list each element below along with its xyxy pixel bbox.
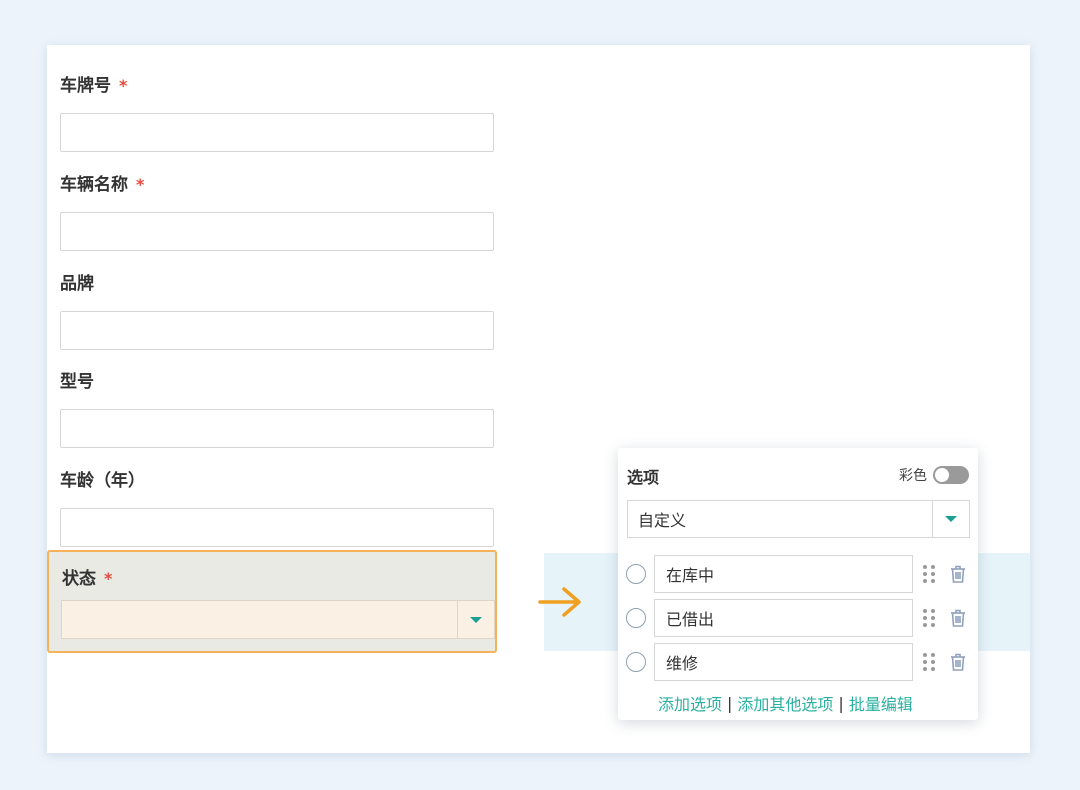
color-label: 彩色 bbox=[899, 468, 927, 484]
required-marker: * bbox=[104, 569, 113, 588]
option-radio[interactable] bbox=[626, 652, 646, 672]
drag-handle-icon[interactable] bbox=[921, 608, 937, 628]
field-label: 品牌 bbox=[60, 274, 94, 294]
field-label: 车龄（年） bbox=[60, 471, 145, 491]
add-option-link[interactable]: 添加选项 bbox=[658, 691, 722, 715]
option-type-select[interactable]: 自定义 bbox=[627, 500, 970, 538]
status-select-value bbox=[62, 601, 457, 638]
field-vehicle-name: 车辆名称 * bbox=[60, 174, 494, 251]
drag-handle-icon[interactable] bbox=[921, 652, 937, 672]
field-label: 型号 bbox=[60, 372, 94, 392]
trash-icon[interactable] bbox=[949, 608, 967, 628]
option-row: 在库中 bbox=[626, 555, 971, 593]
option-radio[interactable] bbox=[626, 564, 646, 584]
vehicle-name-input[interactable] bbox=[60, 212, 494, 251]
status-select[interactable] bbox=[61, 600, 495, 639]
model-input[interactable] bbox=[60, 409, 494, 448]
batch-edit-link[interactable]: 批量编辑 bbox=[849, 691, 913, 715]
field-label: 车辆名称 bbox=[60, 175, 128, 195]
panel-title: 选项 bbox=[627, 468, 660, 487]
field-status[interactable]: 状态 * bbox=[47, 550, 497, 653]
field-vehicle-age: 车龄（年） bbox=[60, 470, 494, 547]
field-plate-number: 车牌号 * bbox=[60, 75, 494, 152]
option-radio[interactable] bbox=[626, 608, 646, 628]
trash-icon[interactable] bbox=[949, 564, 967, 584]
brand-input[interactable] bbox=[60, 311, 494, 350]
option-row: 已借出 bbox=[626, 599, 971, 637]
link-separator: | bbox=[838, 693, 844, 713]
field-label: 车牌号 bbox=[60, 76, 111, 96]
option-row: 维修 bbox=[626, 643, 971, 681]
chevron-down-icon[interactable] bbox=[457, 601, 494, 638]
option-input[interactable]: 已借出 bbox=[654, 599, 913, 637]
option-input[interactable]: 在库中 bbox=[654, 555, 913, 593]
required-marker: * bbox=[119, 76, 128, 95]
plate-number-input[interactable] bbox=[60, 113, 494, 152]
field-brand: 品牌 bbox=[60, 273, 494, 350]
chevron-down-icon[interactable] bbox=[932, 501, 969, 537]
vehicle-age-input[interactable] bbox=[60, 508, 494, 547]
color-toggle-switch[interactable] bbox=[933, 466, 969, 484]
arrow-right-icon bbox=[538, 587, 581, 617]
trash-icon[interactable] bbox=[949, 652, 967, 672]
add-other-option-link[interactable]: 添加其他选项 bbox=[737, 691, 833, 715]
option-type-value: 自定义 bbox=[638, 511, 687, 530]
option-actions: 添加选项 | 添加其他选项 | 批量编辑 bbox=[658, 691, 913, 715]
field-model: 型号 bbox=[60, 371, 494, 448]
required-marker: * bbox=[136, 175, 145, 194]
link-separator: | bbox=[727, 693, 733, 713]
drag-handle-icon[interactable] bbox=[921, 564, 937, 584]
option-input[interactable]: 维修 bbox=[654, 643, 913, 681]
color-toggle-group: 彩色 bbox=[899, 465, 969, 485]
field-label: 状态 bbox=[62, 569, 96, 589]
options-panel: 选项 彩色 自定义 在库中 已借出 维修 添加选项 | 添加其他选项 | 批量编… bbox=[618, 448, 978, 720]
